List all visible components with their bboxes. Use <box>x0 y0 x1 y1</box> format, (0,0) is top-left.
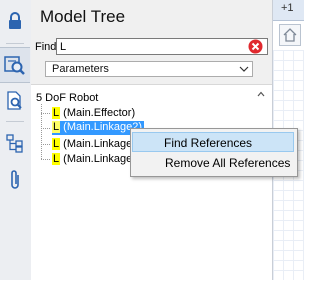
menu-item-label: Find References <box>164 136 253 150</box>
match-mark: L <box>52 107 61 119</box>
context-menu: Find References Remove All References <box>130 128 298 177</box>
panel-title: Model Tree <box>40 7 126 26</box>
tree-item-label: (Main.Effector) <box>60 107 136 119</box>
tree-item[interactable]: L (Main.Effector) <box>52 107 135 121</box>
home-button[interactable] <box>279 24 301 46</box>
clear-search-icon[interactable] <box>248 39 263 54</box>
tree-item[interactable]: L (Main.Linkage <box>52 153 132 167</box>
find-input[interactable]: L <box>56 38 268 55</box>
menu-item-remove-all-references[interactable]: Remove All References <box>132 153 294 173</box>
tree-root[interactable]: 5 DoF Robot <box>36 92 98 104</box>
canvas-header-label: +1 <box>281 2 294 14</box>
search-tree-icon[interactable] <box>0 47 30 83</box>
side-toolbar <box>0 0 32 280</box>
collapse-arrow-icon[interactable] <box>257 90 265 98</box>
tree-item-label: (Main.Linkage <box>60 138 133 150</box>
hierarchy-icon[interactable] <box>0 126 30 160</box>
tree-item-label: (Main.Linkage <box>60 153 133 165</box>
filter-dropdown[interactable]: Parameters <box>45 61 253 77</box>
lock-icon[interactable] <box>0 4 30 38</box>
menu-item-label: Remove All References <box>165 156 291 170</box>
find-input-value: L <box>60 41 67 53</box>
chevron-down-icon <box>239 66 249 72</box>
menu-item-find-references[interactable]: Find References <box>132 132 294 152</box>
search-document-icon[interactable] <box>0 84 30 118</box>
match-mark: L <box>52 138 61 150</box>
canvas-header: +1 <box>273 0 304 21</box>
home-icon <box>283 28 297 42</box>
tree-item[interactable]: L (Main.Linkage <box>52 138 132 152</box>
filter-dropdown-value: Parameters <box>52 63 109 75</box>
match-mark: L <box>52 121 61 133</box>
match-mark: L <box>52 153 61 165</box>
paperclip-icon[interactable] <box>0 163 30 197</box>
